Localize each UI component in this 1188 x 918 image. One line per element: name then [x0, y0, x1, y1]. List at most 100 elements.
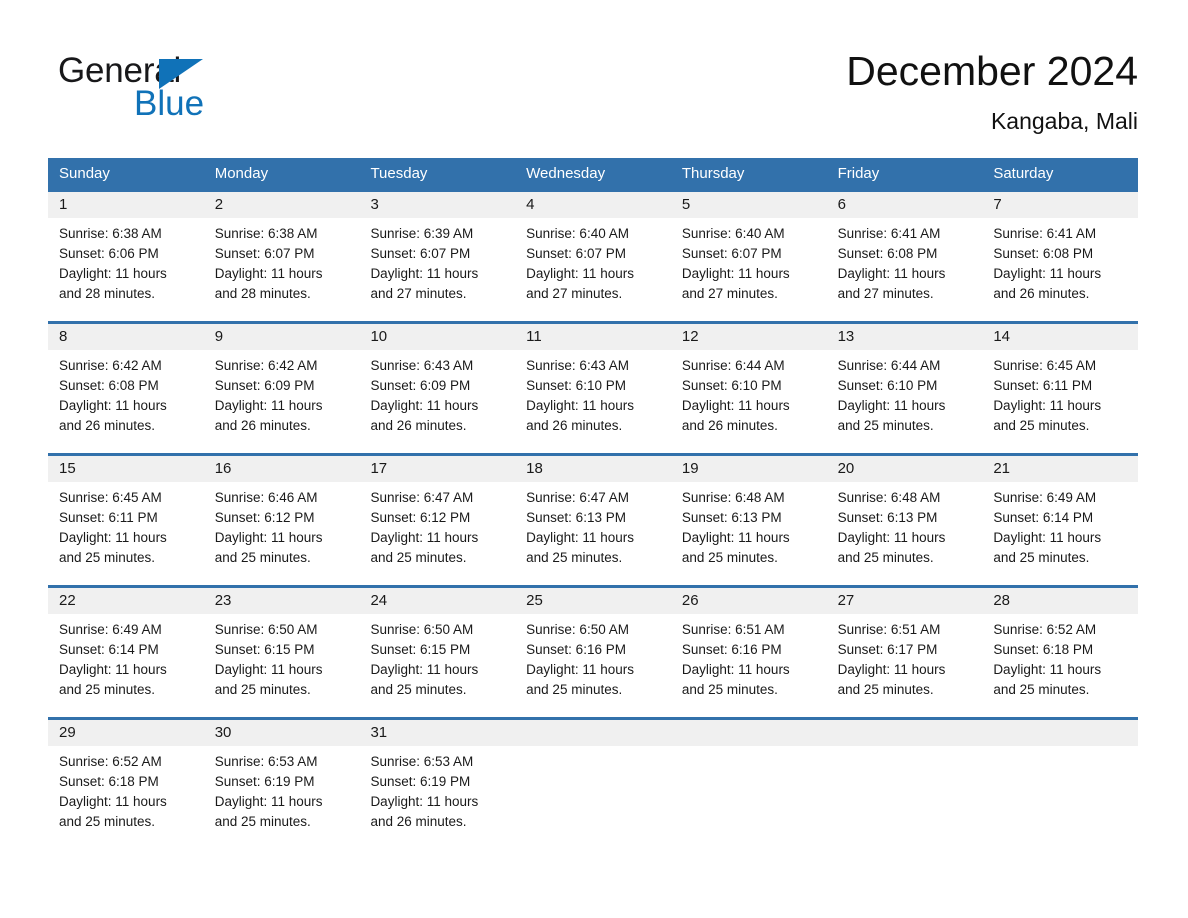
day-number: 21 [993, 460, 1010, 477]
sunrise-text: Sunrise: 6:46 AM [214, 490, 318, 505]
day-number-bar: 7 [982, 192, 1139, 218]
sunrise-text: Sunrise: 6:44 AM [837, 358, 941, 373]
calendar-day-cell[interactable]: 25 Sunrise: 6:50 AM Sunset: 6:16 PM Dayl… [515, 588, 671, 717]
day-details: Sunrise: 6:49 AM Sunset: 6:14 PM Dayligh… [982, 482, 1138, 568]
day-number: 3 [370, 196, 379, 213]
calendar-week-row: 1 Sunrise: 6:38 AM Sunset: 6:06 PM Dayli… [48, 189, 1139, 321]
calendar-day-cell[interactable]: 11 Sunrise: 6:43 AM Sunset: 6:10 PM Dayl… [515, 324, 671, 453]
brand-name-blue: Blue [134, 84, 205, 123]
daylight-text-line2: and 27 minutes. [837, 286, 934, 301]
calendar-day-cell[interactable]: 23 Sunrise: 6:50 AM Sunset: 6:15 PM Dayl… [203, 588, 360, 717]
sunset-text: Sunset: 6:18 PM [993, 642, 1094, 657]
calendar-day-cell[interactable]: 17 Sunrise: 6:47 AM Sunset: 6:12 PM Dayl… [359, 456, 516, 585]
calendar-day-cell[interactable]: 31 Sunrise: 6:53 AM Sunset: 6:19 PM Dayl… [359, 720, 516, 849]
day-number: 7 [993, 196, 1002, 213]
calendar-day-cell[interactable]: 7 Sunrise: 6:41 AM Sunset: 6:08 PM Dayli… [982, 192, 1139, 321]
day-details: Sunrise: 6:40 AM Sunset: 6:07 PM Dayligh… [515, 218, 671, 304]
day-number: 27 [837, 592, 855, 609]
daylight-text-line2: and 25 minutes. [59, 550, 156, 565]
daylight-text-line2: and 25 minutes. [526, 682, 623, 697]
calendar-day-cell[interactable]: 10 Sunrise: 6:43 AM Sunset: 6:09 PM Dayl… [359, 324, 516, 453]
daylight-text-line2: and 25 minutes. [370, 550, 467, 565]
daylight-text-line1: Daylight: 11 hours [993, 266, 1102, 281]
calendar-day-cell[interactable]: 22 Sunrise: 6:49 AM Sunset: 6:14 PM Dayl… [48, 588, 204, 717]
daylight-text-line2: and 25 minutes. [214, 682, 311, 697]
sunrise-text: Sunrise: 6:50 AM [370, 622, 474, 637]
day-number-bar: 1 [48, 192, 204, 218]
day-number: 2 [214, 196, 224, 213]
sunrise-text: Sunrise: 6:48 AM [681, 490, 785, 505]
day-number: 31 [370, 724, 388, 741]
day-number-bar [826, 720, 983, 746]
calendar-day-cell[interactable]: 3 Sunrise: 6:39 AM Sunset: 6:07 PM Dayli… [359, 192, 516, 321]
brand-logo[interactable]: General Blue [58, 46, 258, 126]
sunset-text: Sunset: 6:11 PM [59, 510, 158, 525]
daylight-text-line1: Daylight: 11 hours [214, 794, 323, 809]
calendar-day-cell[interactable]: 21 Sunrise: 6:49 AM Sunset: 6:14 PM Dayl… [982, 456, 1139, 585]
day-number: 12 [681, 328, 699, 345]
calendar-day-cell[interactable]: 28 Sunrise: 6:52 AM Sunset: 6:18 PM Dayl… [982, 588, 1139, 717]
page-title: December 2024 [846, 48, 1138, 94]
calendar-week-row: 22 Sunrise: 6:49 AM Sunset: 6:14 PM Dayl… [48, 585, 1139, 717]
calendar-day-cell[interactable]: 24 Sunrise: 6:50 AM Sunset: 6:15 PM Dayl… [359, 588, 516, 717]
sunrise-text: Sunrise: 6:41 AM [993, 226, 1097, 241]
calendar-day-cell-empty [982, 720, 1139, 849]
calendar-day-cell[interactable]: 1 Sunrise: 6:38 AM Sunset: 6:06 PM Dayli… [48, 192, 204, 321]
sunrise-text: Sunrise: 6:47 AM [526, 490, 629, 505]
calendar-day-cell[interactable]: 6 Sunrise: 6:41 AM Sunset: 6:08 PM Dayli… [826, 192, 983, 321]
calendar-day-cell[interactable]: 12 Sunrise: 6:44 AM Sunset: 6:10 PM Dayl… [670, 324, 827, 453]
day-details: Sunrise: 6:42 AM Sunset: 6:09 PM Dayligh… [204, 350, 360, 436]
calendar-day-cell[interactable]: 13 Sunrise: 6:44 AM Sunset: 6:10 PM Dayl… [826, 324, 983, 453]
day-number-bar: 29 [48, 720, 204, 746]
daylight-text-line1: Daylight: 11 hours [681, 530, 790, 545]
calendar-day-cell-empty [670, 720, 827, 849]
calendar-day-cell[interactable]: 20 Sunrise: 6:48 AM Sunset: 6:13 PM Dayl… [826, 456, 983, 585]
day-number: 26 [681, 592, 699, 609]
calendar-day-cell[interactable]: 4 Sunrise: 6:40 AM Sunset: 6:07 PM Dayli… [515, 192, 671, 321]
weekday-header-friday: Friday [837, 165, 880, 182]
day-number-bar: 9 [203, 324, 360, 350]
sunrise-text: Sunrise: 6:50 AM [214, 622, 318, 637]
calendar-day-cell[interactable]: 15 Sunrise: 6:45 AM Sunset: 6:11 PM Dayl… [48, 456, 204, 585]
sunrise-text: Sunrise: 6:48 AM [837, 490, 941, 505]
page-header: General Blue December 2024 Kangaba, Mali [50, 46, 1138, 146]
day-details: Sunrise: 6:48 AM Sunset: 6:13 PM Dayligh… [827, 482, 983, 568]
sunset-text: Sunset: 6:08 PM [837, 246, 938, 261]
day-number-bar: 30 [203, 720, 360, 746]
day-details: Sunrise: 6:40 AM Sunset: 6:07 PM Dayligh… [671, 218, 827, 304]
calendar-day-cell[interactable]: 29 Sunrise: 6:52 AM Sunset: 6:18 PM Dayl… [48, 720, 204, 849]
daylight-text-line1: Daylight: 11 hours [681, 662, 790, 677]
calendar-day-cell[interactable]: 27 Sunrise: 6:51 AM Sunset: 6:17 PM Dayl… [826, 588, 983, 717]
day-number: 17 [370, 460, 388, 477]
calendar-day-cell[interactable]: 5 Sunrise: 6:40 AM Sunset: 6:07 PM Dayli… [670, 192, 827, 321]
calendar-day-cell-empty [515, 720, 671, 849]
daylight-text-line1: Daylight: 11 hours [681, 266, 790, 281]
day-number: 6 [837, 196, 846, 213]
day-number-bar: 15 [48, 456, 204, 482]
calendar-day-cell[interactable]: 26 Sunrise: 6:51 AM Sunset: 6:16 PM Dayl… [670, 588, 827, 717]
day-number: 28 [993, 592, 1010, 609]
calendar-day-cell[interactable]: 9 Sunrise: 6:42 AM Sunset: 6:09 PM Dayli… [203, 324, 360, 453]
sunset-text: Sunset: 6:16 PM [526, 642, 626, 657]
calendar-day-cell[interactable]: 18 Sunrise: 6:47 AM Sunset: 6:13 PM Dayl… [515, 456, 671, 585]
daylight-text-line1: Daylight: 11 hours [59, 662, 167, 677]
calendar-page: General Blue December 2024 Kangaba, Mali… [0, 0, 1188, 918]
sunrise-text: Sunrise: 6:38 AM [59, 226, 162, 241]
daylight-text-line2: and 26 minutes. [526, 418, 623, 433]
calendar-day-cell[interactable]: 16 Sunrise: 6:46 AM Sunset: 6:12 PM Dayl… [203, 456, 360, 585]
daylight-text-line2: and 26 minutes. [370, 418, 467, 433]
sunrise-text: Sunrise: 6:53 AM [370, 754, 474, 769]
daylight-text-line1: Daylight: 11 hours [59, 530, 167, 545]
day-details: Sunrise: 6:47 AM Sunset: 6:13 PM Dayligh… [515, 482, 671, 568]
calendar-day-cell[interactable]: 14 Sunrise: 6:45 AM Sunset: 6:11 PM Dayl… [982, 324, 1139, 453]
sunset-text: Sunset: 6:08 PM [59, 378, 159, 393]
calendar-day-cell[interactable]: 19 Sunrise: 6:48 AM Sunset: 6:13 PM Dayl… [670, 456, 827, 585]
sunset-text: Sunset: 6:19 PM [214, 774, 315, 789]
day-number: 20 [837, 460, 855, 477]
calendar-day-cell[interactable]: 30 Sunrise: 6:53 AM Sunset: 6:19 PM Dayl… [203, 720, 360, 849]
day-number-bar: 14 [982, 324, 1139, 350]
sunset-text: Sunset: 6:07 PM [526, 246, 626, 261]
calendar-day-cell[interactable]: 8 Sunrise: 6:42 AM Sunset: 6:08 PM Dayli… [48, 324, 204, 453]
calendar-day-cell[interactable]: 2 Sunrise: 6:38 AM Sunset: 6:07 PM Dayli… [203, 192, 360, 321]
daylight-text-line1: Daylight: 11 hours [370, 530, 479, 545]
